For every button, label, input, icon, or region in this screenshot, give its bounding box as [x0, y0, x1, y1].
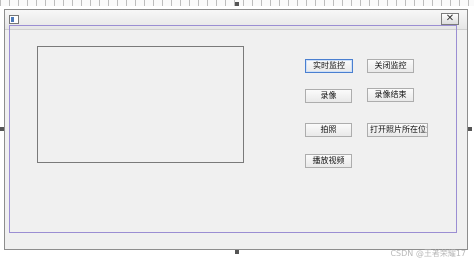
video-display-panel — [37, 46, 244, 163]
resize-handle-bottom[interactable] — [235, 250, 239, 254]
close-icon: ✕ — [445, 13, 455, 24]
photo-button[interactable]: 拍照 — [305, 123, 352, 137]
close-button[interactable]: ✕ — [441, 13, 459, 25]
realtime-monitor-button[interactable]: 实时监控 — [305, 59, 353, 73]
close-monitor-button[interactable]: 关闭监控 — [367, 59, 414, 73]
play-video-button[interactable]: 播放视频 — [305, 154, 352, 168]
resize-handle-right[interactable] — [468, 127, 472, 131]
resize-handle-top[interactable] — [235, 2, 239, 6]
stop-record-button[interactable]: 录像结束 — [367, 88, 414, 102]
record-button[interactable]: 录像 — [305, 89, 352, 103]
app-window-icon — [9, 15, 19, 24]
watermark: CSDN @王者荣耀17 — [390, 249, 466, 258]
open-photo-location-button[interactable]: 打开照片所在位置 — [367, 123, 428, 137]
